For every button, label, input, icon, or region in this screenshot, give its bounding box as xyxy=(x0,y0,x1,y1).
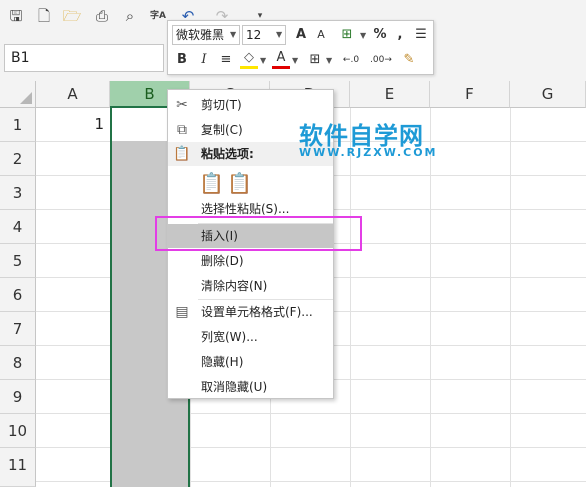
new-file-icon[interactable]: 🗋 xyxy=(34,6,54,26)
row-header-7[interactable]: 7 xyxy=(0,312,36,346)
gridline xyxy=(510,108,511,487)
column-header-e[interactable]: E xyxy=(350,81,430,108)
decrease-decimal-button[interactable]: .00→ xyxy=(366,50,396,70)
font-shrink-button[interactable]: A xyxy=(312,25,330,45)
chevron-down-icon[interactable]: ▼ xyxy=(326,56,332,65)
font-color-button[interactable]: A xyxy=(272,50,290,69)
menu-item-column-width[interactable]: 列宽(W)... xyxy=(168,325,333,349)
row-header-1[interactable]: 1 xyxy=(0,108,36,142)
select-all-corner[interactable] xyxy=(0,81,36,108)
cell-a1[interactable]: 1 xyxy=(36,108,110,141)
open-folder-icon[interactable]: 🗁 xyxy=(62,6,82,26)
menu-item-label: 清除内容(N) xyxy=(201,279,268,293)
accounting-format-icon[interactable]: ⊞ xyxy=(334,25,360,45)
menu-item-label: 删除(D) xyxy=(201,254,244,268)
row-header-11[interactable]: 11 xyxy=(0,448,36,487)
row-header-8[interactable]: 8 xyxy=(0,346,36,380)
menu-item-label: 复制(C) xyxy=(201,123,243,137)
menu-item-label: 列宽(W)... xyxy=(201,330,258,344)
save-icon[interactable]: 🖫 xyxy=(6,6,26,26)
paste-options-label: 粘贴选项: xyxy=(201,147,254,161)
gridline xyxy=(430,108,431,487)
fill-color-icon[interactable]: ◇ xyxy=(240,50,258,69)
menu-item-label: 隐藏(H) xyxy=(201,355,244,369)
paste-values-icon[interactable]: 📋 xyxy=(227,170,252,196)
row-header-9[interactable]: 9 xyxy=(0,380,36,414)
highlight-box xyxy=(155,216,362,251)
chevron-down-icon[interactable]: ▼ xyxy=(276,30,282,39)
chevron-down-icon[interactable]: ▼ xyxy=(230,30,236,39)
paste-option-icon[interactable]: 📋 xyxy=(199,170,224,196)
column-header-g[interactable]: G xyxy=(510,81,586,108)
watermark-url: WWW.RJZXW.COM xyxy=(299,146,438,159)
row-header-6[interactable]: 6 xyxy=(0,278,36,312)
wrap-icon[interactable]: ☰ xyxy=(412,25,430,45)
percent-button[interactable]: % xyxy=(372,25,388,45)
mini-toolbar: 微软雅黑 ▼ 12 ▼ A A ⊞ ▼ % , ☰ B I ≡ ◇ ▼ A ▼ … xyxy=(167,20,434,75)
menu-item-format-cells[interactable]: ▤ 设置单元格格式(F)... xyxy=(168,300,333,324)
borders-icon[interactable]: ⊞ xyxy=(306,50,324,70)
chevron-down-icon[interactable]: ▼ xyxy=(292,56,298,65)
menu-item-unhide[interactable]: 取消隐藏(U) xyxy=(168,375,333,399)
row-header-3[interactable]: 3 xyxy=(0,176,36,210)
format-cells-icon: ▤ xyxy=(175,304,189,320)
menu-item-hide[interactable]: 隐藏(H) xyxy=(168,350,333,374)
menu-item-label: 取消隐藏(U) xyxy=(201,380,268,394)
comma-button[interactable]: , xyxy=(392,25,408,45)
increase-decimal-button[interactable]: ←.0 xyxy=(338,50,364,70)
format-painter-icon[interactable]: ✎ xyxy=(400,50,418,70)
print-preview-icon[interactable]: ⌕ xyxy=(120,6,140,26)
menu-item-label: 剪切(T) xyxy=(201,98,242,112)
menu-item-cut[interactable]: ✂ 剪切(T) xyxy=(168,93,333,117)
align-center-icon[interactable]: ≡ xyxy=(218,50,234,70)
menu-item-clear-contents[interactable]: 清除内容(N) xyxy=(168,274,333,298)
bold-button[interactable]: B xyxy=(174,50,190,70)
row-header-10[interactable]: 10 xyxy=(0,414,36,448)
row-header-2[interactable]: 2 xyxy=(0,142,36,176)
font-grow-button[interactable]: A xyxy=(292,25,310,45)
copy-icon: ⧉ xyxy=(177,122,187,138)
row-header-4[interactable]: 4 xyxy=(0,210,36,244)
gridline xyxy=(350,108,351,487)
phonetic-icon[interactable]: 字A xyxy=(148,6,168,26)
chevron-down-icon[interactable]: ▼ xyxy=(260,56,266,65)
column-header-f[interactable]: F xyxy=(430,81,510,108)
paste-icon: 📋 xyxy=(173,146,191,162)
italic-button[interactable]: I xyxy=(196,50,212,70)
name-box[interactable]: B1 xyxy=(4,44,164,72)
menu-item-delete[interactable]: 删除(D) xyxy=(168,249,333,273)
menu-item-label: 设置单元格格式(F)... xyxy=(201,305,313,319)
cut-icon: ✂ xyxy=(176,97,188,113)
row-header-5[interactable]: 5 xyxy=(0,244,36,278)
column-header-a[interactable]: A xyxy=(36,81,110,108)
print-icon[interactable]: ⎙ xyxy=(92,6,112,26)
chevron-down-icon[interactable]: ▼ xyxy=(360,31,366,40)
